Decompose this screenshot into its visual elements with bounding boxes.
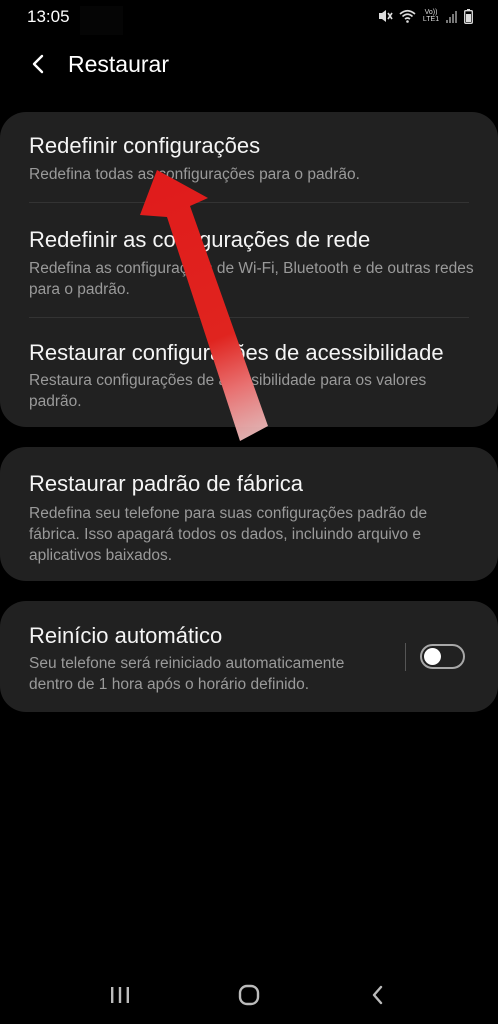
toggle-knob: [424, 648, 441, 665]
item-subtitle: Redefina as configurações de Wi-Fi, Blue…: [29, 260, 474, 298]
item-subtitle: Restaura configurações de acessibilidade…: [29, 372, 427, 410]
status-bar: 13:05 Vo)) LTE1: [0, 0, 498, 35]
reset-accessibility-settings-item[interactable]: Restaurar configurações de acessibilidad…: [0, 318, 498, 427]
mute-icon: [377, 9, 393, 23]
factory-reset-item[interactable]: Restaurar padrão de fábrica Redefina seu…: [0, 447, 498, 581]
toggle-separator: [405, 643, 406, 671]
item-subtitle: Redefina seu telefone para suas configur…: [29, 505, 428, 564]
status-time: 13:05: [27, 7, 70, 26]
item-title: Restaurar configurações de acessibilidad…: [29, 340, 444, 365]
status-icons: Vo)) LTE1: [377, 7, 473, 25]
recents-icon: [111, 987, 129, 1003]
chevron-left-icon: [32, 54, 44, 74]
back-button[interactable]: [22, 48, 54, 80]
auto-restart-card: Reinício automático Seu telefone será re…: [0, 601, 498, 712]
home-icon: [238, 984, 260, 1006]
redacted-notification-area: [80, 6, 123, 35]
signal-icon: [446, 10, 458, 23]
navigation-bar: [0, 962, 498, 1024]
factory-reset-card: Restaurar padrão de fábrica Redefina seu…: [0, 447, 498, 581]
item-title: Redefinir configurações: [29, 133, 261, 158]
auto-restart-toggle[interactable]: [420, 644, 465, 669]
auto-restart-item[interactable]: Reinício automático Seu telefone será re…: [0, 601, 498, 712]
reset-settings-card: Redefinir configurações Redefina todas a…: [0, 112, 498, 427]
battery-icon: [464, 8, 473, 24]
recents-button[interactable]: [100, 980, 140, 1010]
nav-back-icon: [372, 985, 383, 1005]
item-subtitle: Seu telefone será reiniciado automaticam…: [29, 655, 345, 693]
item-subtitle: Redefina todas as configurações para o p…: [29, 166, 360, 183]
home-button[interactable]: [229, 980, 269, 1010]
app-header: Restaurar: [0, 40, 498, 90]
reset-network-settings-item[interactable]: Redefinir as configurações de rede Redef…: [0, 203, 498, 317]
wifi-icon: [399, 9, 416, 23]
reset-settings-item[interactable]: Redefinir configurações Redefina todas a…: [0, 112, 498, 202]
item-title: Reinício automático: [29, 623, 223, 648]
page-title: Restaurar: [68, 51, 169, 77]
network-label: Vo)) LTE1: [422, 9, 440, 23]
item-title: Redefinir as configurações de rede: [29, 227, 371, 252]
nav-back-button[interactable]: [358, 980, 398, 1010]
item-title: Restaurar padrão de fábrica: [29, 471, 303, 496]
